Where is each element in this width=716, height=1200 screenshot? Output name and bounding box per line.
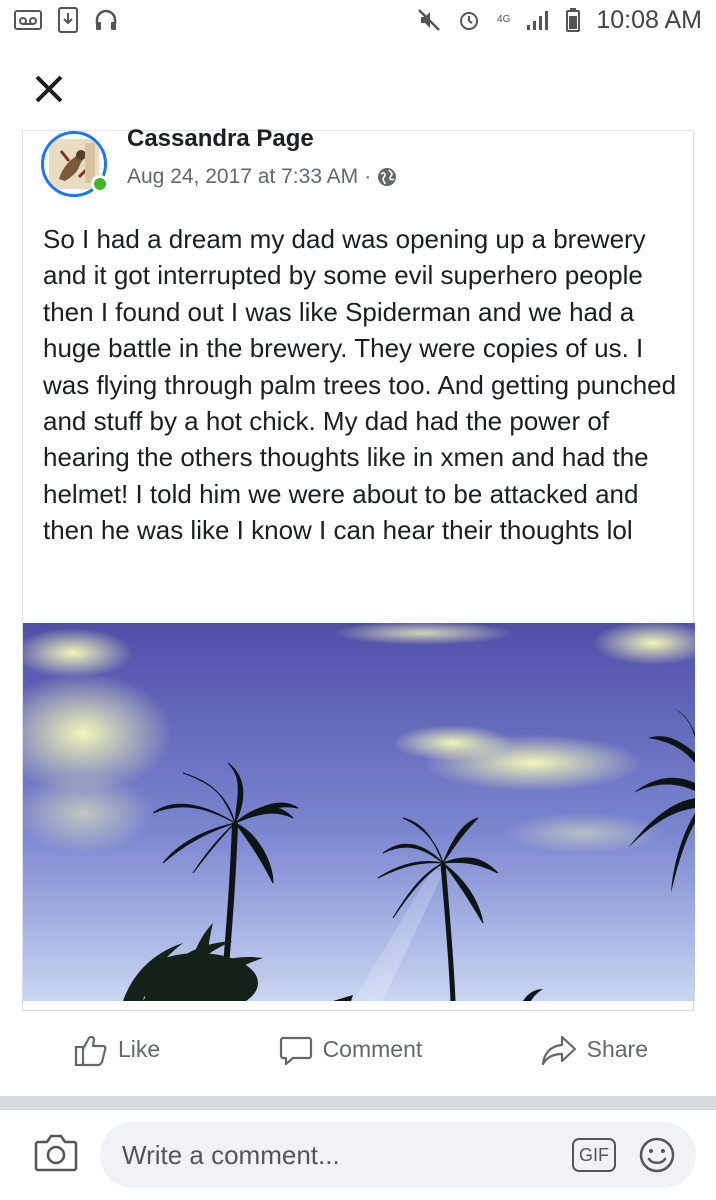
status-time: 10:08 AM <box>596 5 702 34</box>
post-header: Cassandra Page Aug 24, 2017 at 7:33 AM · <box>23 125 693 203</box>
like-icon <box>74 1035 107 1066</box>
globe-icon <box>378 168 397 186</box>
like-button[interactable]: Like <box>74 1033 160 1067</box>
share-label: Share <box>586 1036 648 1062</box>
post-timestamp[interactable]: Aug 24, 2017 at 7:33 AM <box>127 165 358 189</box>
post-actions: Like Comment Share <box>22 1010 694 1088</box>
network-label: 4G <box>497 14 511 25</box>
comment-box[interactable]: GIF <box>100 1122 696 1188</box>
online-status-dot <box>91 175 109 193</box>
gif-button[interactable]: GIF <box>572 1138 616 1172</box>
emoji-button[interactable] <box>638 1136 676 1174</box>
headphones-icon <box>94 8 118 32</box>
share-button[interactable]: Share <box>541 1033 648 1067</box>
emoji-icon <box>639 1137 675 1173</box>
download-icon <box>58 7 78 33</box>
comment-label: Comment <box>322 1036 423 1062</box>
like-label: Like <box>118 1036 161 1062</box>
post-photo[interactable] <box>23 623 695 1001</box>
comment-icon <box>279 1036 312 1065</box>
share-icon <box>541 1035 576 1065</box>
post-text: So I had a dream my dad was opening up a… <box>43 224 677 546</box>
meta-separator: · <box>364 165 372 188</box>
status-bar: 4G 10:08 AM <box>0 0 716 40</box>
post-card: Cassandra Page Aug 24, 2017 at 7:33 AM ·… <box>22 125 695 1010</box>
post-meta: Aug 24, 2017 at 7:33 AM · <box>127 165 397 189</box>
comment-button[interactable]: Comment <box>279 1033 423 1067</box>
avatar[interactable] <box>41 131 109 197</box>
top-bar <box>0 40 716 132</box>
signal-icon <box>526 9 550 31</box>
alarm-icon <box>457 8 481 32</box>
author-name[interactable]: Cassandra Page <box>127 125 314 153</box>
status-right: 4G 10:08 AM <box>417 6 702 35</box>
battery-icon <box>566 8 581 32</box>
close-icon <box>35 75 63 103</box>
close-button[interactable] <box>32 72 66 106</box>
section-divider <box>0 1096 716 1110</box>
mute-icon <box>417 8 441 32</box>
voicemail-icon <box>14 9 42 31</box>
comment-composer: GIF <box>0 1110 716 1200</box>
camera-icon <box>34 1134 78 1172</box>
comment-input[interactable] <box>122 1122 552 1188</box>
network-type-icon: 4G <box>497 15 510 25</box>
status-left <box>14 7 118 33</box>
camera-button[interactable] <box>34 1132 78 1172</box>
